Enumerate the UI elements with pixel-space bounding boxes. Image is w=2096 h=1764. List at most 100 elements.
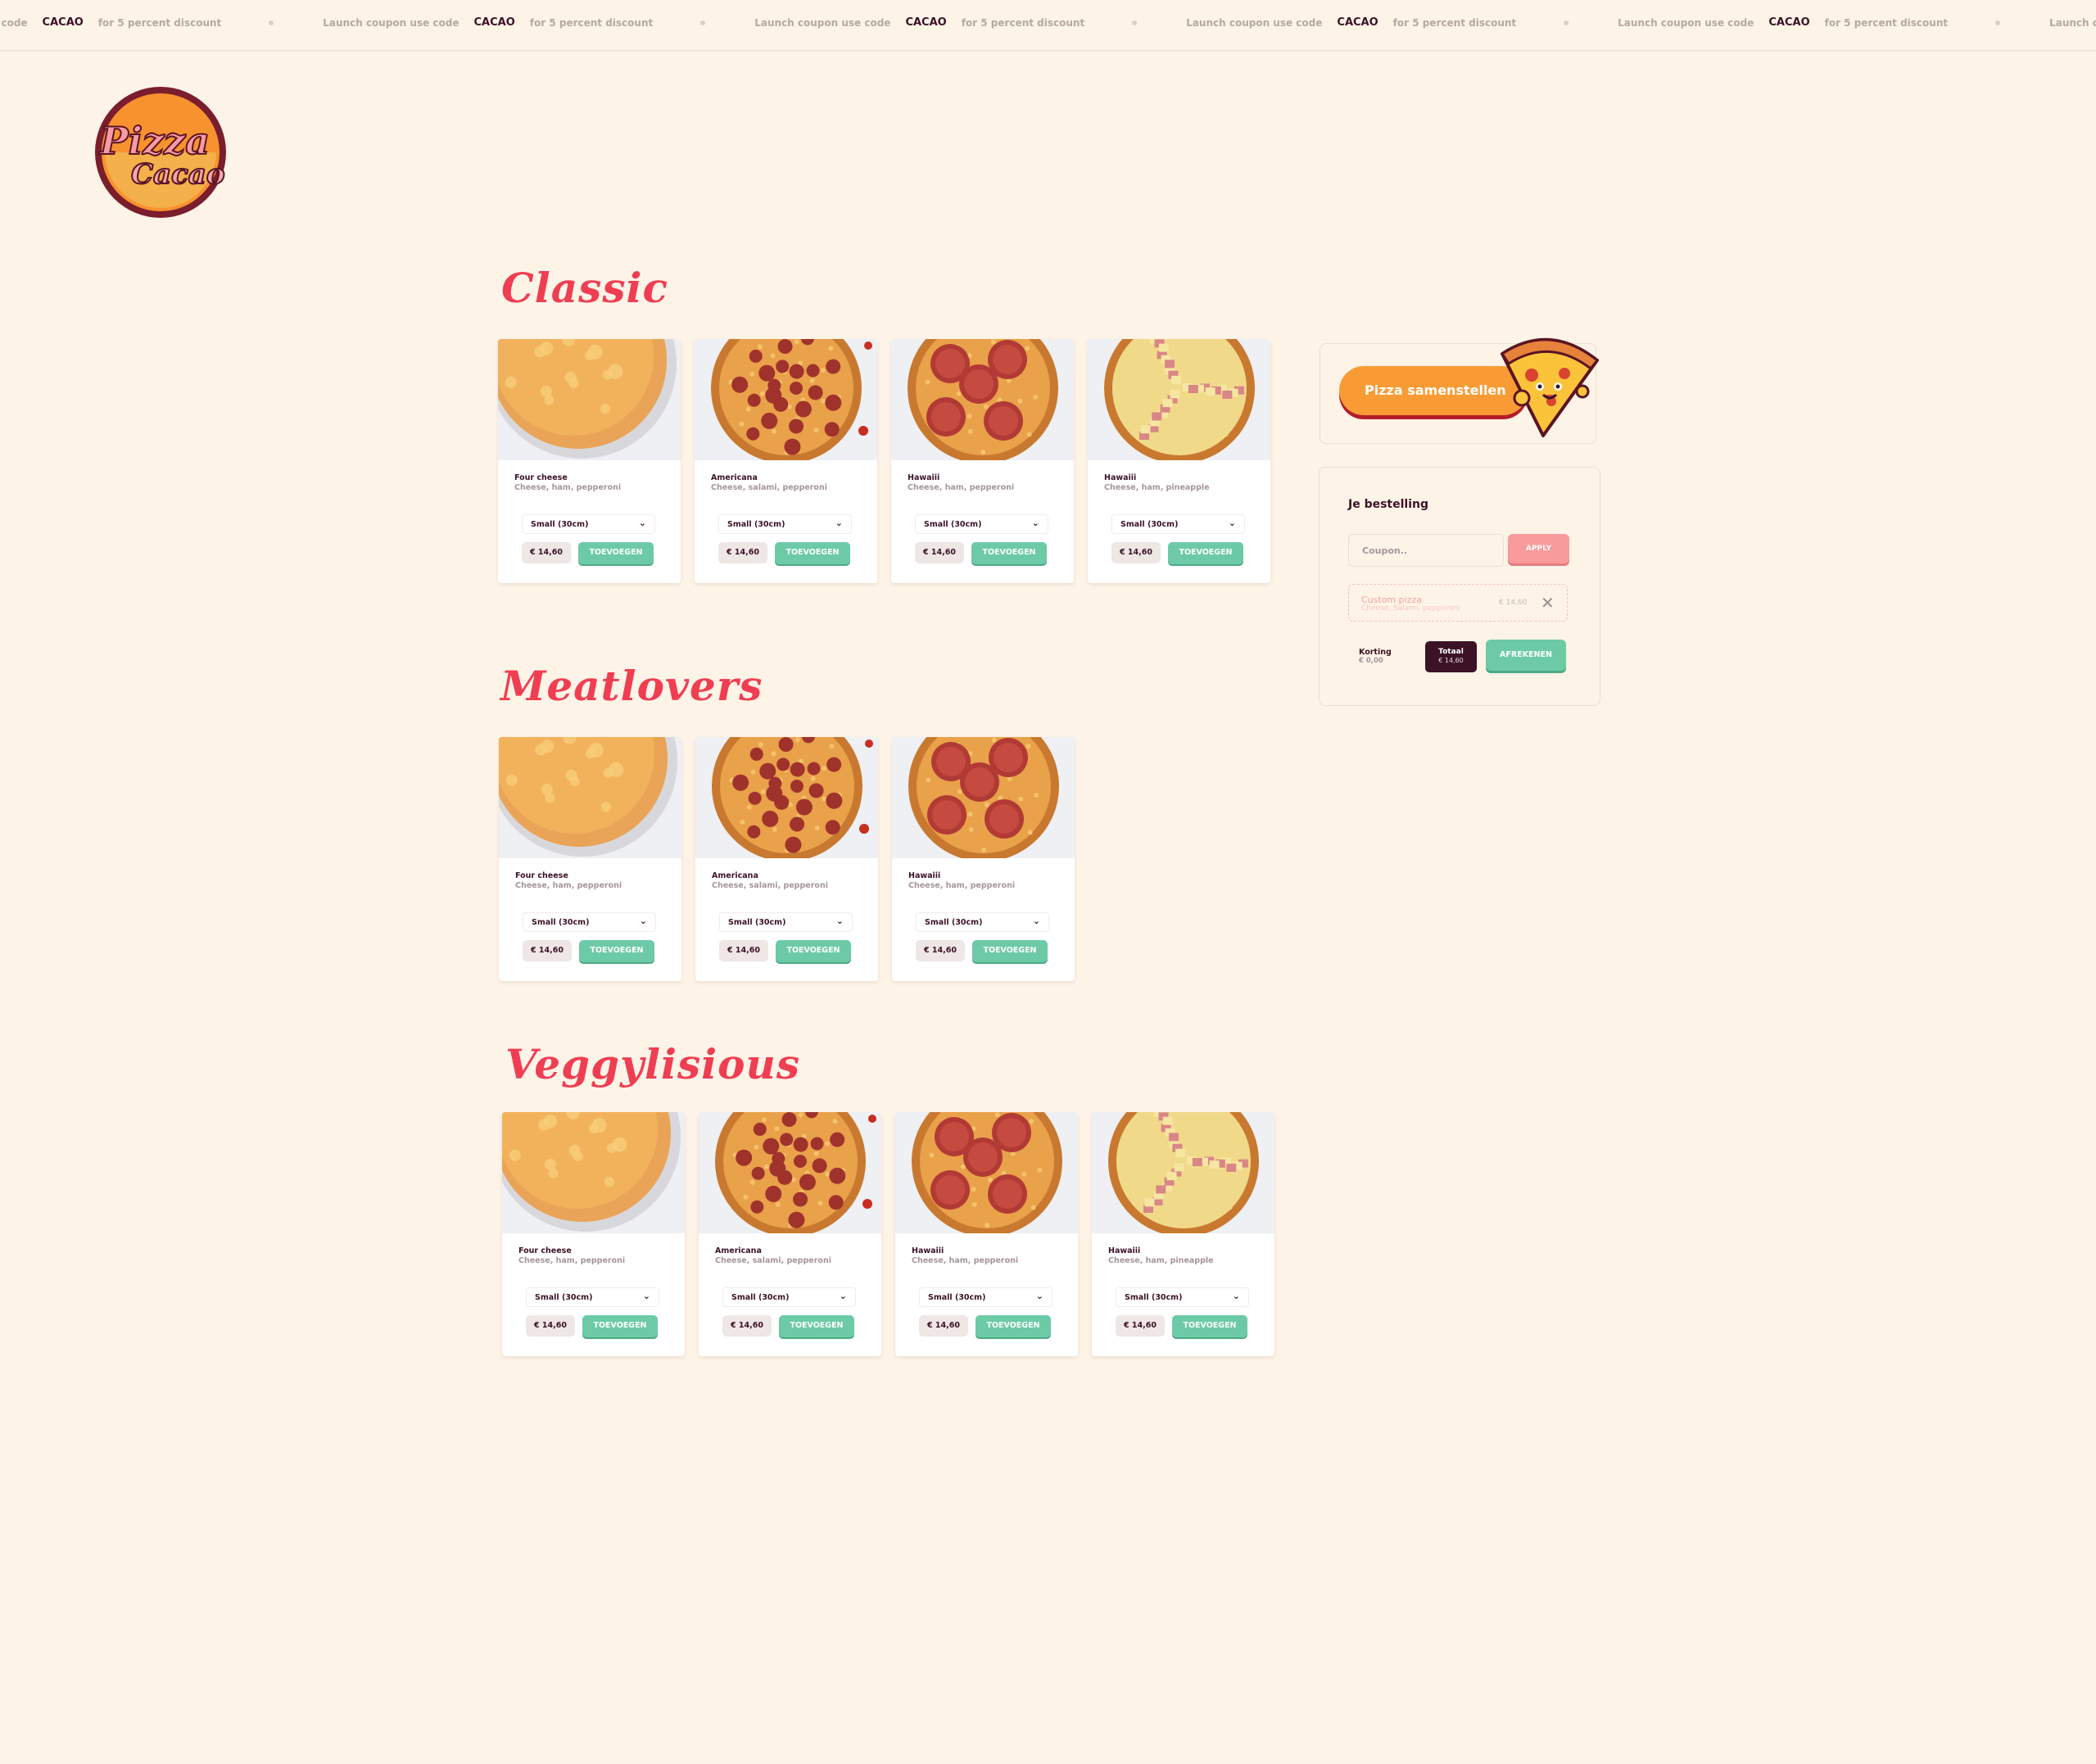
- ticker-prefix: Launch coupon use code: [323, 16, 459, 29]
- ticker-segment: Launch coupon use code CACAO for 5 percent…: [1186, 16, 1569, 29]
- price-pill: € 14,60: [522, 542, 571, 563]
- add-to-order-button[interactable]: TOEVOEGEN: [579, 940, 654, 962]
- ticker-suffix: for 5 percent discount: [529, 16, 654, 29]
- pizza-image: [499, 737, 681, 858]
- ticker-code: CACAO: [905, 16, 947, 29]
- ticker-prefix: Launch coupon use code: [1186, 16, 1323, 29]
- pizza-image: [502, 1112, 685, 1233]
- ticker-segment: coupon use code CACAO for 5 percent discou…: [0, 16, 274, 29]
- size-select[interactable]: Small (30cm) ⌄: [1111, 514, 1245, 534]
- add-to-order-button[interactable]: TOEVOEGEN: [971, 542, 1047, 564]
- price-pill: € 14,60: [526, 1315, 575, 1337]
- size-select[interactable]: Small (30cm) ⌄: [916, 912, 1049, 932]
- pizza-description: Cheese, salami, pepperoni: [712, 881, 828, 890]
- pizza-cacao-logo[interactable]: Pizza Cacao: [88, 85, 232, 220]
- size-select[interactable]: Small (30cm) ⌄: [718, 514, 852, 534]
- pizza-description: Cheese, ham, pepperoni: [518, 1256, 626, 1265]
- ticker-suffix: for 5 percent discount: [97, 16, 222, 29]
- order-item-price: € 14,60: [1499, 599, 1528, 607]
- pizza-card: Hawaiii Cheese, ham, pineapple Small (30cm…: [1092, 1112, 1274, 1356]
- pizza-name: Four cheese: [518, 1246, 572, 1255]
- ticker-segment: Launch coupon use code: [2049, 17, 2096, 29]
- add-to-order-button[interactable]: TOEVOEGEN: [775, 542, 850, 564]
- chevron-down-icon: ⌄: [638, 518, 646, 528]
- section-title-classic: Classic: [501, 264, 668, 312]
- pizza-description: Cheese, salami, pepperoni: [715, 1256, 831, 1265]
- logo-text-pizza: Pizza: [98, 119, 210, 163]
- pizza-name: Americana: [715, 1246, 762, 1255]
- size-select[interactable]: Small (30cm) ⌄: [523, 912, 656, 932]
- ticker-prefix: coupon use code: [0, 16, 28, 29]
- section-title-veggylisious: Veggylisious: [505, 1040, 800, 1088]
- add-to-order-button[interactable]: TOEVOEGEN: [578, 542, 654, 564]
- order-panel: Je bestelling APPLY Custom pizza Cheese,…: [1319, 467, 1600, 706]
- add-to-order-button[interactable]: TOEVOEGEN: [1172, 1315, 1247, 1337]
- size-select[interactable]: Small (30cm) ⌄: [526, 1287, 659, 1307]
- chevron-down-icon: ⌄: [1228, 518, 1236, 528]
- size-select-value: Small (30cm): [727, 520, 785, 529]
- chevron-down-icon: ⌄: [642, 1291, 650, 1301]
- discount-value: € 0,00: [1359, 657, 1383, 665]
- pizza-image: [1088, 339, 1270, 460]
- pizza-image: [895, 1112, 1078, 1233]
- ticker-separator-dot: [1564, 20, 1569, 25]
- add-to-order-button[interactable]: TOEVOEGEN: [776, 940, 851, 962]
- apply-coupon-button[interactable]: APPLY: [1508, 534, 1569, 563]
- add-to-order-button[interactable]: TOEVOEGEN: [1168, 542, 1243, 564]
- size-select[interactable]: Small (30cm) ⌄: [722, 1287, 856, 1307]
- remove-item-close-icon[interactable]: ✕: [1541, 593, 1555, 613]
- coupon-input[interactable]: [1348, 534, 1504, 567]
- pizza-image: [1092, 1112, 1274, 1233]
- ticker-code: CACAO: [1768, 16, 1810, 29]
- add-to-order-button[interactable]: TOEVOEGEN: [972, 940, 1048, 962]
- pizza-description: Cheese, ham, pepperoni: [515, 881, 622, 890]
- pizza-card: Americana Cheese, salami, pepperoni Small …: [695, 339, 877, 583]
- ticker-code: CACAO: [473, 16, 515, 29]
- order-item: Custom pizza Cheese, Salami, pepperoni €…: [1348, 584, 1568, 622]
- checkout-button[interactable]: AFREKENEN: [1486, 640, 1566, 671]
- ticker-suffix: for 5 percent discount: [1824, 16, 1949, 29]
- chevron-down-icon: ⌄: [1232, 1291, 1240, 1301]
- chevron-down-icon: ⌄: [1031, 518, 1039, 528]
- ticker-suffix: for 5 percent discount: [961, 16, 1085, 29]
- size-select[interactable]: Small (30cm) ⌄: [522, 514, 655, 534]
- size-select-value: Small (30cm): [728, 918, 786, 927]
- add-to-order-button[interactable]: TOEVOEGEN: [582, 1315, 658, 1337]
- pizza-description: Cheese, ham, pepperoni: [514, 483, 622, 492]
- pizza-image: [695, 737, 878, 858]
- ticker-separator-dot: [1132, 20, 1138, 25]
- discount-label: Korting: [1359, 648, 1392, 657]
- ticker-separator-dot: [700, 20, 706, 25]
- pizza-name: Four cheese: [515, 871, 568, 880]
- add-to-order-button[interactable]: TOEVOEGEN: [779, 1315, 854, 1337]
- pizza-description: Cheese, ham, pineapple: [1104, 483, 1210, 492]
- size-select-value: Small (30cm): [731, 1293, 790, 1302]
- pizza-name: Hawaiii: [1104, 473, 1137, 482]
- size-select-value: Small (30cm): [532, 918, 590, 927]
- chevron-down-icon: ⌄: [839, 1291, 847, 1301]
- size-select-value: Small (30cm): [1120, 520, 1179, 529]
- price-pill: € 14,60: [915, 542, 964, 563]
- pizza-name: Hawaiii: [1108, 1246, 1141, 1255]
- size-select[interactable]: Small (30cm) ⌄: [919, 1287, 1053, 1307]
- pizza-card: Hawaiii Cheese, ham, pepperoni Small (30cm…: [892, 737, 1075, 981]
- pizza-card: Four cheese Cheese, ham, pepperoni Small (…: [499, 737, 681, 981]
- pizza-card: Americana Cheese, salami, pepperoni Small …: [695, 737, 878, 981]
- pizza-image: [498, 339, 681, 460]
- add-to-order-button[interactable]: TOEVOEGEN: [976, 1315, 1051, 1337]
- ticker-separator-dot: [1995, 20, 2001, 25]
- chevron-down-icon: ⌄: [1035, 1291, 1043, 1301]
- size-select[interactable]: Small (30cm) ⌄: [915, 514, 1048, 534]
- size-select[interactable]: Small (30cm) ⌄: [719, 912, 853, 932]
- size-select[interactable]: Small (30cm) ⌄: [1116, 1287, 1249, 1307]
- pizza-card: Hawaiii Cheese, ham, pepperoni Small (30cm…: [891, 339, 1074, 583]
- ticker-prefix: Launch coupon use code: [2049, 16, 2096, 29]
- pizza-card: Hawaiii Cheese, ham, pineapple Small (30cm…: [1088, 339, 1270, 583]
- pizza-name: Hawaiii: [908, 871, 941, 880]
- ticker-segment: Launch coupon use code CACAO for 5 percent…: [1618, 16, 2001, 29]
- section-title-meatlovers: Meatlovers: [500, 662, 763, 710]
- ticker-prefix: Launch coupon use code: [1618, 16, 1754, 29]
- pizza-description: Cheese, ham, pepperoni: [912, 1256, 1019, 1265]
- pizza-image: [695, 339, 877, 460]
- total-label: Totaal: [1438, 648, 1464, 656]
